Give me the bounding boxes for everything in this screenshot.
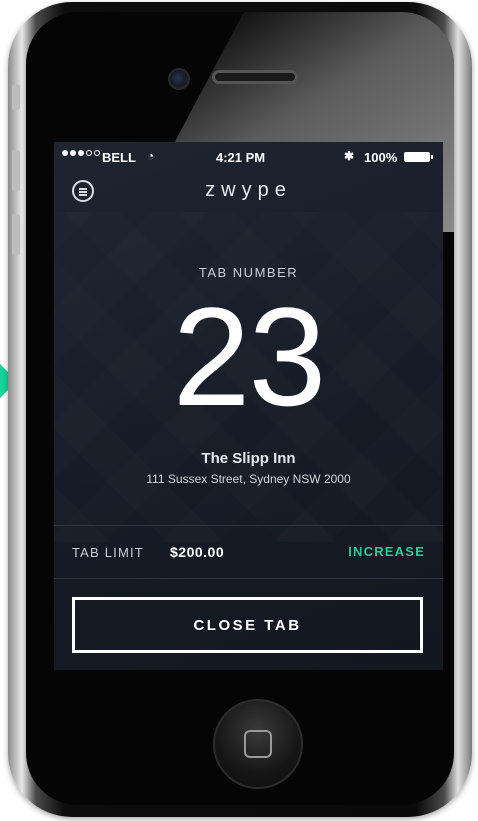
tab-number: 23 — [172, 278, 327, 435]
mute-switch — [12, 84, 20, 110]
signal-icon — [62, 150, 100, 156]
volume-down-button — [12, 214, 20, 256]
battery-percent: 100% — [364, 150, 398, 165]
volume-up-button — [12, 150, 20, 192]
bluetooth-icon: ✱ — [344, 149, 355, 163]
tab-limit-label: TAB LIMIT — [72, 545, 144, 560]
home-square-icon — [244, 730, 272, 758]
carrier-name: BELL — [102, 150, 136, 165]
battery-icon — [404, 152, 433, 162]
close-tab-button[interactable]: CLOSE TAB — [72, 597, 423, 653]
increase-limit-button[interactable]: INCREASE — [348, 544, 425, 559]
app-title: zwype — [205, 179, 292, 201]
venue-name: The Slipp Inn — [201, 450, 296, 467]
venue-address: 111 Sussex Street, Sydney NSW 2000 — [146, 472, 351, 486]
home-button[interactable] — [213, 699, 303, 789]
tab-limit-value: $200.00 — [170, 544, 225, 560]
front-camera — [168, 68, 190, 90]
wifi-icon: ◔ — [147, 149, 155, 163]
tab-limit-row: TAB LIMIT $200.00 INCREASE — [54, 525, 443, 579]
app-screen: BELL ◔ 4:21 PM ✱ 100% zwype TAB NUMBER 2… — [54, 142, 443, 670]
status-time: 4:21 PM — [216, 150, 266, 165]
earpiece-speaker — [212, 70, 298, 84]
status-bar: BELL ◔ 4:21 PM ✱ 100% — [54, 142, 443, 172]
